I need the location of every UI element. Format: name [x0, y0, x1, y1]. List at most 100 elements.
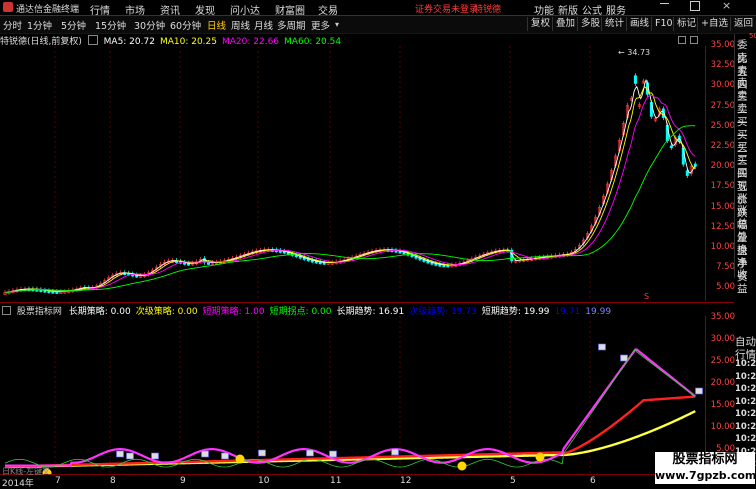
tool-add-watchlist[interactable]: +自选: [697, 17, 731, 31]
date-tick-label: 7: [55, 476, 61, 486]
kline-chart[interactable]: ← 34.73 S: [0, 46, 705, 301]
signal-cup-icon: [391, 448, 399, 456]
ma10-line: [4, 86, 696, 294]
tick-time-panel: 自动行情10:2610:2610:2610:2610:2610:2610:261…: [734, 334, 756, 469]
smiley-icon: [535, 452, 545, 462]
tick-time-label: 10:26: [735, 396, 756, 407]
signal-cup-icon: [221, 452, 229, 460]
menu-newversion[interactable]: 新版: [558, 2, 578, 17]
indicator-tick-label: 35.00: [710, 312, 735, 322]
menu-ask[interactable]: 问小达: [230, 2, 260, 17]
period-timeshare[interactable]: 分时: [3, 18, 22, 32]
menu-discover[interactable]: 发现: [195, 2, 215, 17]
signal-cup-icon: [151, 452, 159, 460]
period-daily[interactable]: 日线: [207, 18, 226, 32]
indicator-axis: 35.00 30.00 25.00 20.00 15.00 10.00 5.00: [705, 312, 735, 474]
tool-adjust[interactable]: 复权: [527, 17, 553, 31]
expand-icon[interactable]: [678, 36, 686, 44]
signal-cup-icon: [620, 354, 628, 362]
menu-trade[interactable]: 交易: [318, 2, 338, 17]
menu-news[interactable]: 资讯: [160, 2, 180, 17]
candle-body: [669, 145, 673, 149]
period-monthly[interactable]: 月线: [254, 18, 273, 32]
indicator-legend: 股票指标网 长期策略: 0.00 次级策略: 0.00 短期策略: 1.00 短期拐点…: [0, 304, 616, 317]
candle-body: [693, 163, 697, 167]
candle-body: [633, 75, 637, 84]
period-60min[interactable]: 60分钟: [170, 18, 201, 32]
signal-cup-icon: [695, 387, 703, 395]
tool-multistock[interactable]: 多股: [577, 17, 603, 31]
collapse-icon[interactable]: [690, 36, 698, 44]
price-tick-label: 7.50: [716, 262, 735, 273]
tick-time-label: 10:26: [735, 359, 756, 369]
price-tick-label: 5.00: [716, 282, 735, 293]
ma60-line: [4, 125, 696, 294]
top-menu-bar: 通达信金融终端 行情 市场 资讯 发现 问小达 财富圈 交易 证券交易未登录 特…: [0, 0, 756, 17]
indicator-chart[interactable]: [0, 316, 705, 474]
menu-market[interactable]: 行情: [90, 2, 110, 17]
period-15min[interactable]: 15分钟: [95, 18, 126, 32]
minimize-icon[interactable]: [660, 3, 669, 4]
candle-body: [206, 262, 210, 265]
date-tick-label: 5: [510, 476, 516, 486]
menu-service[interactable]: 服务: [606, 2, 626, 17]
date-tick-label: 6: [590, 476, 596, 486]
menu-function[interactable]: 功能: [534, 2, 554, 17]
price-tick-label: 32.50: [710, 60, 735, 71]
settings-box-icon[interactable]: [87, 35, 98, 45]
menu-formula[interactable]: 公式: [582, 2, 602, 17]
indicator-settings-icon[interactable]: [2, 306, 11, 315]
period-30min[interactable]: 30分钟: [134, 18, 165, 32]
period-1min[interactable]: 1分钟: [27, 18, 52, 32]
price-tick-label: 17.50: [710, 181, 735, 192]
period-5min[interactable]: 5分钟: [61, 18, 86, 32]
tool-stats[interactable]: 统计: [601, 17, 627, 31]
smiley-icon: [235, 454, 245, 464]
date-tick-label: 12: [400, 476, 412, 486]
menu-wealth[interactable]: 财富圈: [275, 2, 305, 17]
period-more[interactable]: 更多: [311, 18, 330, 32]
price-tick-label: 25.00: [710, 120, 735, 131]
menu-exchange[interactable]: 市场: [125, 2, 145, 17]
indicator-tick-label: 30.00: [710, 334, 735, 344]
tick-time-label: 10:26: [735, 434, 756, 444]
period-multi[interactable]: 多周期: [277, 18, 306, 32]
signal-cup-icon: [258, 449, 266, 457]
signal-cup-icon: [126, 452, 134, 460]
maximize-icon[interactable]: [690, 1, 700, 11]
price-tick-label: 10.00: [710, 242, 735, 252]
app-logo-icon: [3, 2, 13, 12]
side-label: 收益: [737, 269, 748, 296]
more-dropdown-icon[interactable]: ▾: [335, 20, 339, 29]
pane-divider: [0, 302, 734, 303]
tick-time-label: 10:26: [735, 421, 756, 432]
mid-trend-line: [4, 395, 696, 468]
tool-draw[interactable]: 画线: [626, 17, 652, 31]
date-tick-label: 10: [258, 476, 270, 486]
ma-legend: 特锐德(日线,前复权) MA5: 20.72 MA10: 20.25 MA20: 2…: [0, 34, 346, 47]
tool-mark[interactable]: 标记: [673, 17, 699, 31]
login-notice[interactable]: 证券交易未登录: [415, 2, 478, 15]
indicator-tick-label: 15.00: [710, 400, 735, 410]
quote-side-panel: 500委比卖五卖四卖三卖二卖一买一买二买三买四买五现价涨跌涨幅总量外盘换手净资收…: [734, 32, 756, 295]
price-tick-label: 22.50: [710, 141, 735, 151]
tick-time-label: 10:26: [735, 409, 756, 419]
price-tick-label: 30.00: [710, 80, 735, 91]
close-icon[interactable]: ×: [722, 0, 731, 12]
app-title: 通达信金融终端: [16, 5, 80, 15]
short-trend-line: [5, 348, 696, 467]
date-tick-label: 11: [330, 476, 342, 486]
indicator-tick-label: 20.00: [710, 378, 735, 388]
signal-cup-icon: [598, 343, 606, 351]
signal-cup-icon: [329, 450, 337, 458]
date-tick-label: 9: [180, 476, 186, 486]
tool-overlay[interactable]: 叠加: [552, 17, 578, 31]
smiley-icon: [457, 461, 467, 471]
watermark-url: www.7gpzb.com: [655, 468, 756, 484]
stock-name-menu[interactable]: 特锐德: [474, 2, 501, 15]
indicator-tick-label: 25.00: [710, 356, 735, 366]
period-weekly[interactable]: 周线: [231, 18, 250, 32]
tool-f10[interactable]: F10: [651, 17, 676, 31]
ma20-line: [4, 95, 696, 294]
tool-back[interactable]: 返回: [730, 17, 756, 31]
